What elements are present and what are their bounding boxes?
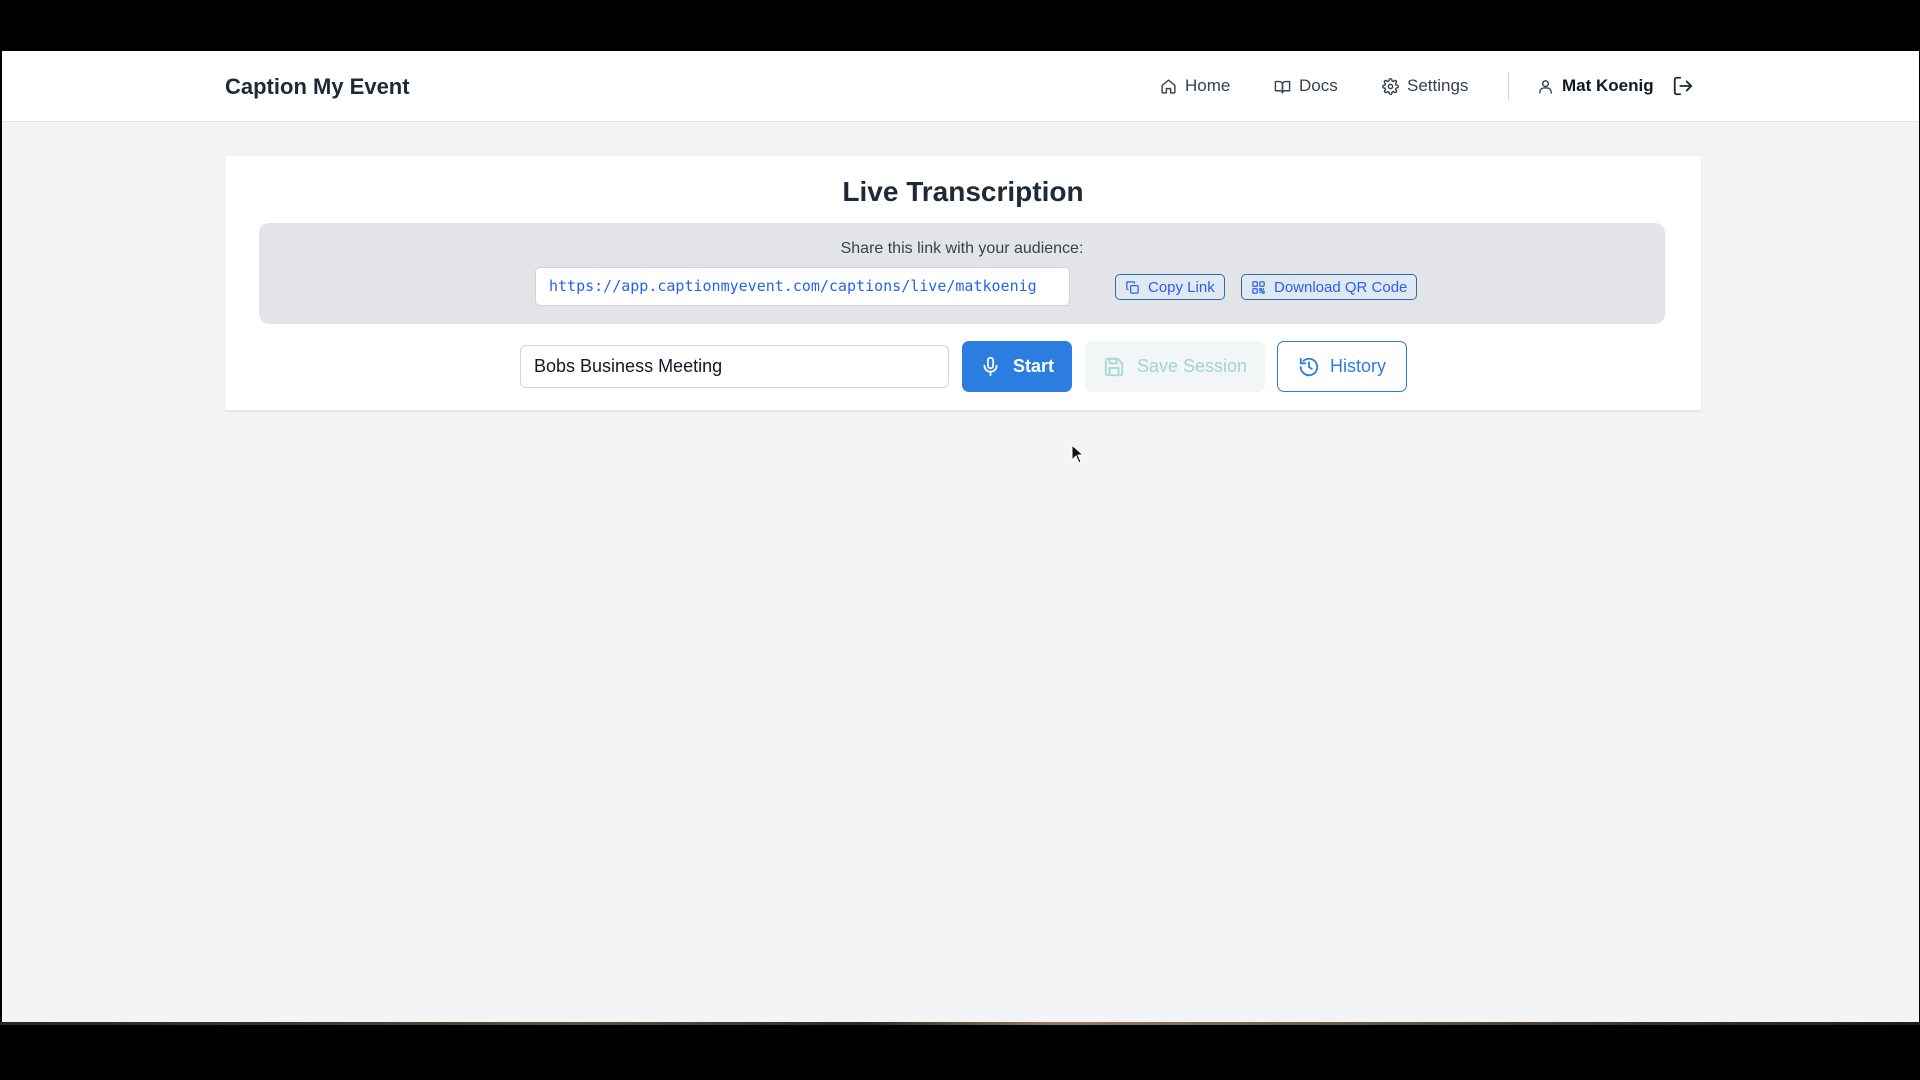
share-link-field[interactable]: https://app.captionmyevent.com/captions/… xyxy=(535,267,1070,306)
nav-home[interactable]: Home xyxy=(1160,76,1230,96)
logout-button[interactable] xyxy=(1672,75,1694,97)
qr-code-icon xyxy=(1252,280,1265,294)
download-qr-label: Download QR Code xyxy=(1274,278,1408,296)
page-title: Live Transcription xyxy=(842,176,1084,207)
save-icon xyxy=(1104,357,1124,376)
download-qr-button[interactable]: Download QR Code xyxy=(1241,274,1418,300)
copy-icon xyxy=(1126,280,1139,294)
home-icon xyxy=(1161,78,1176,94)
start-button[interactable]: Start xyxy=(962,341,1072,392)
nav-home-label: Home xyxy=(1185,76,1231,95)
share-panel: Share this link with your audience: http… xyxy=(259,223,1665,324)
nav-docs[interactable]: Docs xyxy=(1274,76,1338,96)
copy-link-button[interactable]: Copy Link xyxy=(1115,274,1225,300)
top-navbar: Caption My Event Home Docs Settings Mat … xyxy=(2,51,1919,122)
nav-docs-label: Docs xyxy=(1299,76,1338,95)
nav-settings-label: Settings xyxy=(1407,76,1469,95)
user-icon xyxy=(1539,79,1552,94)
gear-icon xyxy=(1382,77,1399,95)
mouse-cursor-icon xyxy=(1071,444,1085,464)
transcription-card: Live Transcription Share this link with … xyxy=(225,156,1701,411)
user-name: Mat Koenig xyxy=(1562,76,1654,95)
app-window: Caption My Event Home Docs Settings Mat … xyxy=(2,51,1919,1024)
brand-title[interactable]: Caption My Event xyxy=(225,74,410,100)
save-session-label: Save Session xyxy=(1136,356,1248,376)
history-button[interactable]: History xyxy=(1277,341,1407,392)
share-label: Share this link with your audience: xyxy=(840,240,1084,257)
copy-link-label: Copy Link xyxy=(1148,278,1215,296)
start-label: Start xyxy=(1012,356,1054,376)
history-label: History xyxy=(1329,356,1386,376)
nav-settings[interactable]: Settings xyxy=(1382,76,1468,96)
save-session-button[interactable]: Save Session xyxy=(1085,341,1265,392)
history-icon xyxy=(1299,357,1319,376)
microphone-icon xyxy=(983,356,998,377)
session-name-input[interactable] xyxy=(520,345,949,388)
nav-divider xyxy=(1508,72,1509,100)
book-icon xyxy=(1274,80,1291,94)
user-menu[interactable]: Mat Koenig xyxy=(1537,76,1654,96)
letterbox-bottom xyxy=(0,1025,1920,1080)
logout-icon xyxy=(1673,76,1693,96)
letterbox-top xyxy=(0,0,1920,51)
